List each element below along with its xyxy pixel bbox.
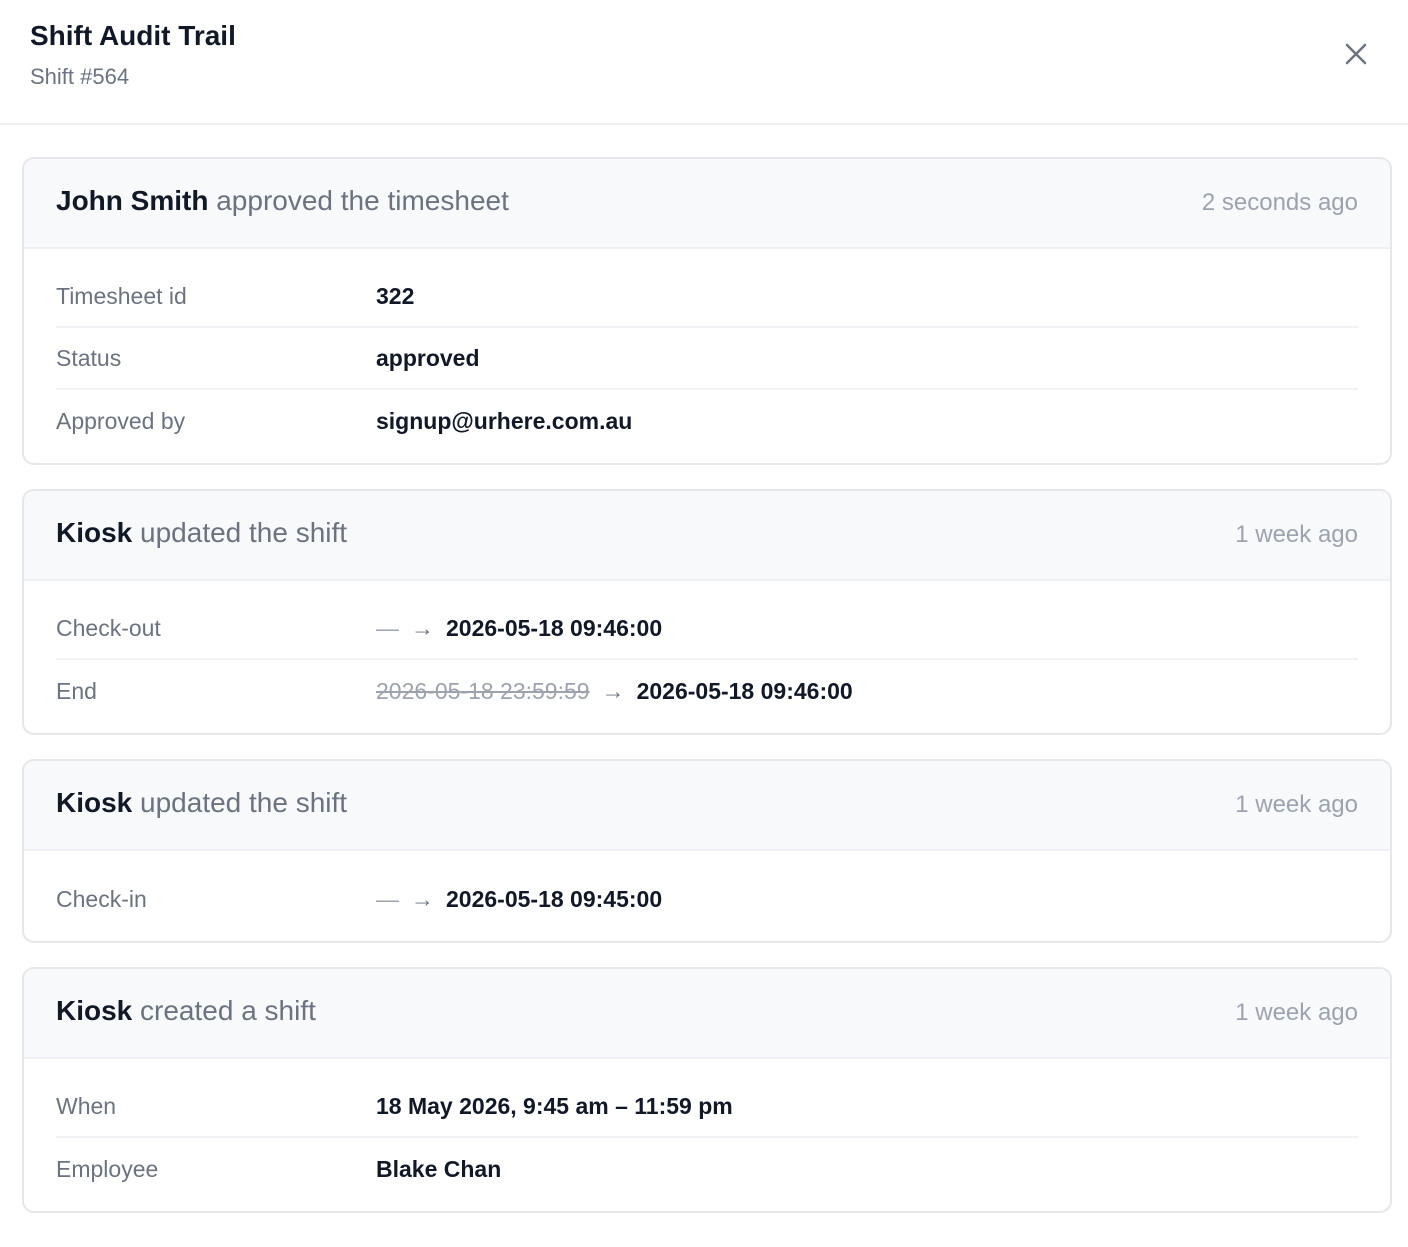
detail-label: Approved by bbox=[56, 407, 186, 434]
old-value: — bbox=[376, 614, 399, 641]
action-text: approved the timesheet bbox=[216, 185, 509, 216]
new-value: 2026-05-18 09:45:00 bbox=[446, 885, 663, 912]
audit-entry-header: Kiosk updated the shift 1 week ago bbox=[24, 761, 1390, 851]
detail-label: Employee bbox=[56, 1155, 159, 1182]
audit-entry-summary: Kiosk updated the shift bbox=[56, 516, 347, 550]
change-value: 2026-05-18 23:59:59 → 2026-05-18 09:46:0… bbox=[376, 678, 853, 705]
actor-name: John Smith bbox=[56, 185, 209, 216]
audit-entry-details: Check-out — → 2026-05-18 09:46:00 End 20… bbox=[24, 581, 1390, 733]
actor-name: Kiosk bbox=[56, 787, 133, 818]
action-text: updated the shift bbox=[140, 517, 348, 548]
close-button[interactable] bbox=[1340, 38, 1372, 70]
detail-label: Timesheet id bbox=[56, 282, 187, 309]
detail-value: 322 bbox=[376, 282, 415, 309]
panel-subtitle: Shift #564 bbox=[30, 64, 130, 89]
arrow-right-icon: → bbox=[601, 677, 625, 704]
action-text: updated the shift bbox=[140, 787, 348, 818]
audit-entry-header: John Smith approved the timesheet 2 seco… bbox=[24, 159, 1390, 249]
entry-timestamp: 1 week ago bbox=[1235, 791, 1358, 818]
entry-timestamp: 2 seconds ago bbox=[1201, 189, 1358, 216]
actor-name: Kiosk bbox=[56, 995, 133, 1026]
audit-entry-summary: Kiosk updated the shift bbox=[56, 786, 347, 820]
detail-value: 18 May 2026, 9:45 am – 11:59 pm bbox=[376, 1092, 733, 1119]
detail-row: End 2026-05-18 23:59:59 → 2026-05-18 09:… bbox=[56, 660, 1358, 722]
audit-entry-header: Kiosk updated the shift 1 week ago bbox=[24, 491, 1390, 581]
detail-row: Timesheet id 322 bbox=[56, 266, 1358, 328]
audit-entry: Kiosk updated the shift 1 week ago Check… bbox=[22, 759, 1392, 943]
old-value: 2026-05-18 23:59:59 bbox=[376, 677, 590, 704]
arrow-right-icon: → bbox=[411, 614, 434, 641]
change-value: — → 2026-05-18 09:45:00 bbox=[376, 886, 662, 913]
detail-value: Blake Chan bbox=[376, 1155, 502, 1182]
audit-entry: Kiosk created a shift 1 week ago When 18… bbox=[22, 967, 1392, 1213]
detail-row: Approved by signup@urhere.com.au bbox=[56, 390, 1358, 452]
audit-entry: Kiosk updated the shift 1 week ago Check… bbox=[22, 489, 1392, 735]
detail-value: approved bbox=[376, 344, 480, 371]
panel-header: Shift Audit Trail Shift #564 bbox=[0, 0, 1408, 125]
action-text: created a shift bbox=[140, 995, 316, 1026]
entry-timestamp: 1 week ago bbox=[1235, 521, 1358, 548]
detail-value: signup@urhere.com.au bbox=[376, 407, 633, 434]
detail-row: Employee Blake Chan bbox=[56, 1138, 1358, 1200]
audit-entry-details: Check-in — → 2026-05-18 09:45:00 bbox=[24, 851, 1390, 941]
close-icon bbox=[1345, 43, 1367, 65]
detail-label: End bbox=[56, 677, 97, 704]
detail-row: Check-in — → 2026-05-18 09:45:00 bbox=[56, 868, 1358, 930]
detail-label: Check-in bbox=[56, 885, 147, 912]
panel-title: Shift Audit Trail bbox=[30, 20, 236, 51]
entry-timestamp: 1 week ago bbox=[1235, 999, 1358, 1026]
audit-entry-summary: John Smith approved the timesheet bbox=[56, 184, 509, 218]
new-value: 2026-05-18 09:46:00 bbox=[446, 614, 663, 641]
audit-entry-details: Timesheet id 322 Status approved Approve… bbox=[24, 249, 1390, 463]
new-value: 2026-05-18 09:46:00 bbox=[636, 677, 853, 704]
audit-entry-header: Kiosk created a shift 1 week ago bbox=[24, 969, 1390, 1059]
audit-entry-summary: Kiosk created a shift bbox=[56, 994, 316, 1028]
change-value: — → 2026-05-18 09:46:00 bbox=[376, 615, 662, 642]
detail-row: When 18 May 2026, 9:45 am – 11:59 pm bbox=[56, 1076, 1358, 1138]
audit-entry-details: When 18 May 2026, 9:45 am – 11:59 pm Emp… bbox=[24, 1059, 1390, 1211]
arrow-right-icon: → bbox=[411, 885, 434, 912]
audit-entry: John Smith approved the timesheet 2 seco… bbox=[22, 157, 1392, 465]
audit-entries: John Smith approved the timesheet 2 seco… bbox=[0, 125, 1408, 1213]
detail-row: Status approved bbox=[56, 328, 1358, 390]
old-value: — bbox=[376, 885, 399, 912]
detail-label: Status bbox=[56, 344, 122, 371]
detail-label: When bbox=[56, 1092, 117, 1119]
detail-row: Check-out — → 2026-05-18 09:46:00 bbox=[56, 598, 1358, 660]
detail-label: Check-out bbox=[56, 614, 161, 641]
actor-name: Kiosk bbox=[56, 517, 133, 548]
